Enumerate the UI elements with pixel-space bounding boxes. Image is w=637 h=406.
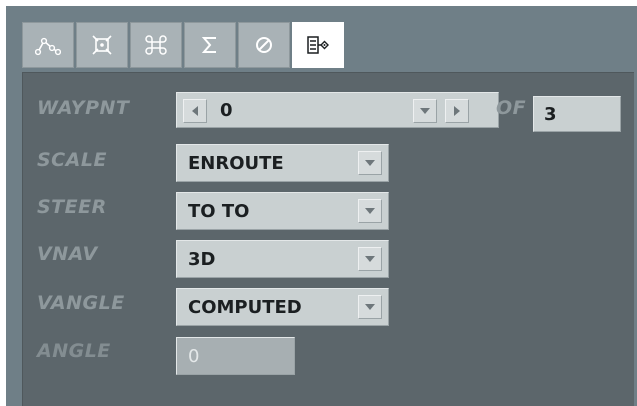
waypnt-dropdown-button[interactable] [413,99,437,123]
tab-path[interactable] [22,22,74,68]
vangle-select[interactable]: COMPUTED [176,288,389,326]
chevron-down-icon [420,108,430,114]
chevron-down-icon [365,160,375,166]
vnav-select[interactable]: 3D [176,240,389,278]
vnav-label: VNAV [37,243,98,265]
vangle-value: COMPUTED [188,296,302,318]
waypnt-total-value: 3 [544,103,557,125]
list-waypoint-icon [307,36,329,54]
chevron-down-icon [365,256,375,262]
waypnt-next-button[interactable] [445,99,469,123]
path-curve-icon [35,37,61,56]
nav-settings-window: WAYPNT 0 OF 3 SCALE ENROUTE STEER TO TO … [6,6,637,406]
settings-panel: WAYPNT 0 OF 3 SCALE ENROUTE STEER TO TO … [22,72,634,406]
tab-command[interactable] [130,22,182,68]
vangle-dropdown-button[interactable] [358,295,382,319]
chevron-left-icon [192,106,198,116]
tab-sum[interactable] [184,22,236,68]
scale-select[interactable]: ENROUTE [176,144,389,182]
scale-label: SCALE [37,149,107,171]
tab-bar [22,22,344,68]
waypoint-target-icon [92,35,112,55]
waypnt-total-field: 3 [533,96,621,132]
chevron-right-icon [454,106,460,116]
tab-cancel[interactable] [238,22,290,68]
angle-input: 0 [176,337,295,375]
scale-value: ENROUTE [188,152,284,174]
waypnt-of-label: OF [496,97,527,119]
steer-label: STEER [37,196,107,218]
sigma-icon [201,37,216,53]
angle-label: ANGLE [37,340,111,362]
chevron-down-icon [365,208,375,214]
steer-select[interactable]: TO TO [176,192,389,230]
waypnt-label: WAYPNT [37,97,130,119]
tab-waypoint-list[interactable] [292,22,344,68]
chevron-down-icon [365,304,375,310]
waypnt-prev-button[interactable] [183,99,207,123]
vnav-dropdown-button[interactable] [358,247,382,271]
command-key-icon [145,35,167,55]
angle-value: 0 [188,345,200,367]
vnav-value: 3D [188,248,216,270]
waypnt-value[interactable]: 0 [220,93,233,127]
steer-dropdown-button[interactable] [358,199,382,223]
scale-dropdown-button[interactable] [358,151,382,175]
tab-waypoint[interactable] [76,22,128,68]
cancel-circle-icon [256,37,272,53]
waypnt-spinner: 0 [176,92,499,128]
steer-value: TO TO [188,200,250,222]
vangle-label: VANGLE [37,292,125,314]
